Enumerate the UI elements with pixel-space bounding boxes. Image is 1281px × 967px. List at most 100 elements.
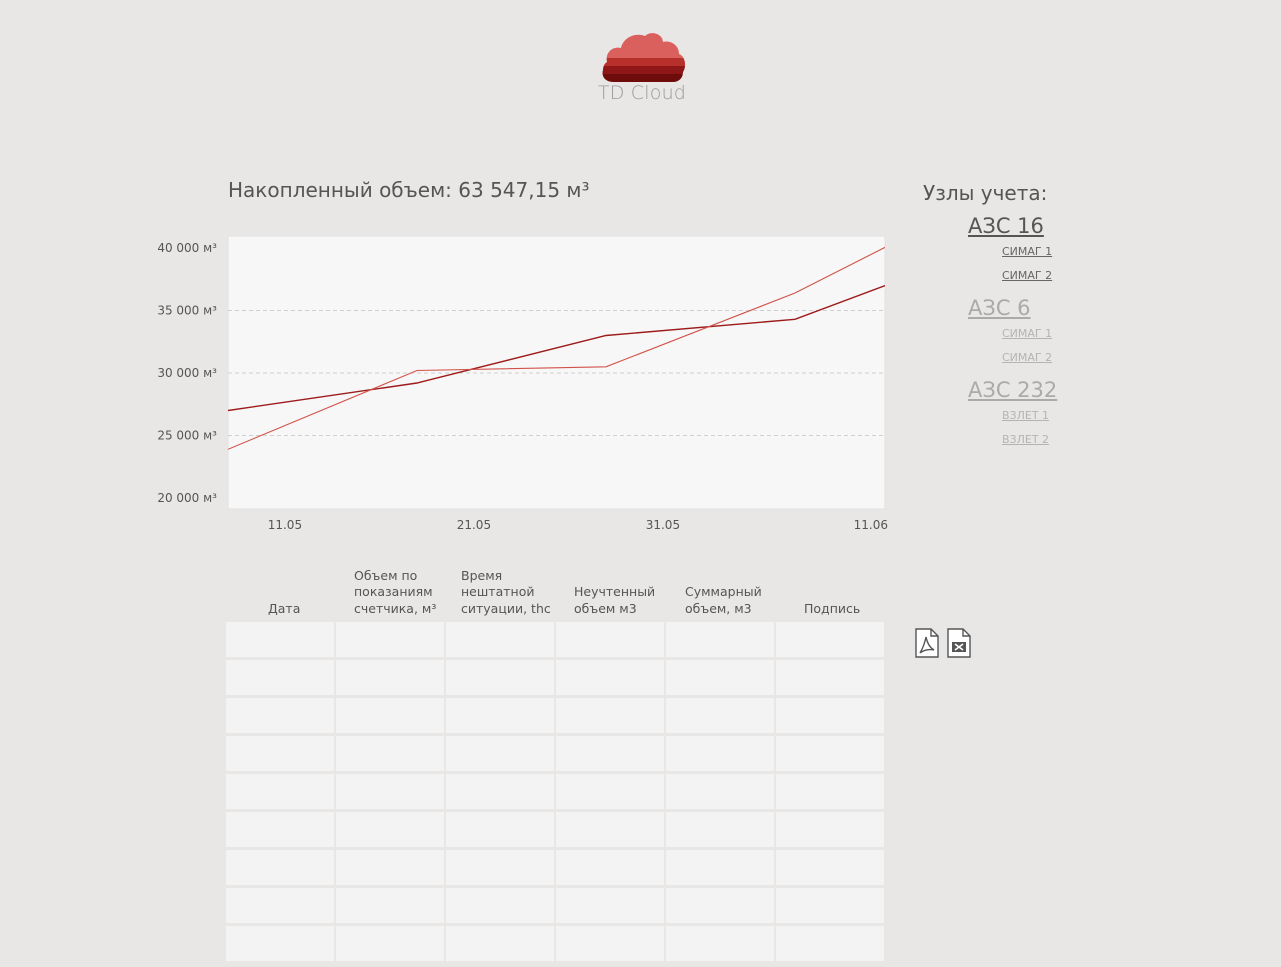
column-header: Неучтенный объем м3 [574, 584, 656, 616]
column-header: Подпись [804, 600, 861, 616]
x-tick-label: 11.06 [854, 518, 888, 532]
station-link[interactable]: АЗС 16 [968, 214, 1088, 238]
table-cell [336, 698, 444, 733]
total-volume: Накопленный объем: 63 547,15 м³ [228, 178, 590, 202]
table-cell [776, 698, 884, 733]
table-row [226, 622, 886, 660]
table-cell [776, 736, 884, 771]
table-cell [446, 774, 554, 809]
table-row [226, 888, 886, 926]
y-tick-label: 40 000 м³ [157, 241, 217, 255]
table-row [226, 660, 886, 698]
meter-link[interactable]: СИМАГ 1 [1002, 240, 1088, 264]
table-cell [336, 660, 444, 695]
table-cell [226, 736, 334, 771]
excel-icon [947, 628, 971, 658]
table-cell [666, 698, 774, 733]
table-cell [446, 622, 554, 657]
meter-link[interactable]: ВЗЛЕТ 2 [1002, 428, 1088, 452]
table-cell [776, 812, 884, 847]
table-cell [556, 660, 664, 695]
column-header: Объем по показаниям счетчика, м³ [354, 567, 437, 616]
table-cell [776, 622, 884, 657]
meter-link[interactable]: СИМАГ 2 [1002, 264, 1088, 288]
station-link[interactable]: АЗС 6 [968, 296, 1088, 320]
table-cell [666, 660, 774, 695]
column-header: Суммарный объем, м3 [685, 584, 762, 616]
table-body [226, 622, 886, 964]
table-cell [446, 812, 554, 847]
table-cell [556, 888, 664, 923]
table-cell [226, 888, 334, 923]
table-cell [336, 850, 444, 885]
nodes-list: АЗС 16 СИМАГ 1 СИМАГ 2 АЗС 6 СИМАГ 1 СИМАГ 2А… [968, 212, 1088, 452]
table-cell [666, 850, 774, 885]
x-tick-label: 21.05 [457, 518, 491, 532]
table-cell [556, 698, 664, 733]
table-cell [556, 850, 664, 885]
table-cell [226, 622, 334, 657]
pdf-export-button[interactable] [915, 628, 939, 658]
table-cell [666, 622, 774, 657]
table-cell [556, 774, 664, 809]
table-row [226, 774, 886, 812]
y-tick-label: 35 000 м³ [157, 304, 217, 318]
column-header: Время нештатной ситуации, thc [461, 567, 551, 616]
logo-text: TD Cloud [597, 82, 687, 104]
table-row [226, 812, 886, 850]
nodes-title: Узлы учета: [923, 181, 1048, 205]
meter-link[interactable]: СИМАГ 2 [1002, 346, 1088, 370]
table-row [226, 698, 886, 736]
volume-chart: 40 000 м³ 35 000 м³ 30 000 м³ 25 000 м³ 20 0… [157, 235, 888, 532]
excel-export-button[interactable] [947, 628, 971, 658]
table-cell [666, 888, 774, 923]
table-row [226, 926, 886, 964]
table-cell [666, 926, 774, 961]
pdf-icon [915, 628, 939, 658]
table-cell [446, 888, 554, 923]
table-cell [336, 888, 444, 923]
meter-link[interactable]: ВЗЛЕТ 1 [1002, 404, 1088, 428]
table-cell [776, 926, 884, 961]
table-cell [776, 888, 884, 923]
table-cell [556, 812, 664, 847]
table-cell [446, 736, 554, 771]
table-cell [226, 660, 334, 695]
table-cell [226, 850, 334, 885]
column-header: Дата [268, 600, 301, 616]
table-cell [446, 698, 554, 733]
table-row [226, 850, 886, 888]
table-cell [336, 736, 444, 771]
table-cell [776, 774, 884, 809]
chart: 40 000 м³ 35 000 м³ 30 000 м³ 25 000 м³ 20 0… [140, 230, 900, 540]
y-tick-label: 25 000 м³ [157, 429, 217, 443]
y-tick-label: 30 000 м³ [157, 366, 217, 380]
table-cell [446, 850, 554, 885]
table-cell [446, 926, 554, 961]
table-cell [556, 736, 664, 771]
table-cell [336, 926, 444, 961]
table-cell [556, 926, 664, 961]
table-cell [226, 774, 334, 809]
table-cell [226, 926, 334, 961]
table-cell [226, 812, 334, 847]
table-header: Дата Объем по показаниям счетчика, м³ Врем… [228, 563, 886, 617]
y-tick-label: 20 000 м³ [157, 491, 217, 505]
cloud-icon [602, 33, 685, 83]
x-tick-label: 31.05 [646, 518, 680, 532]
table-cell [336, 622, 444, 657]
table-cell [336, 774, 444, 809]
table-cell [226, 698, 334, 733]
table-cell [336, 812, 444, 847]
table-cell [446, 660, 554, 695]
x-tick-label: 11.05 [268, 518, 302, 532]
table-cell [776, 660, 884, 695]
station-link[interactable]: АЗС 232 [968, 378, 1088, 402]
table-cell [556, 622, 664, 657]
table-cell [666, 774, 774, 809]
logo: TD Cloud [596, 32, 688, 112]
meter-link[interactable]: СИМАГ 1 [1002, 322, 1088, 346]
table-cell [776, 850, 884, 885]
table-row [226, 736, 886, 774]
table-cell [666, 736, 774, 771]
